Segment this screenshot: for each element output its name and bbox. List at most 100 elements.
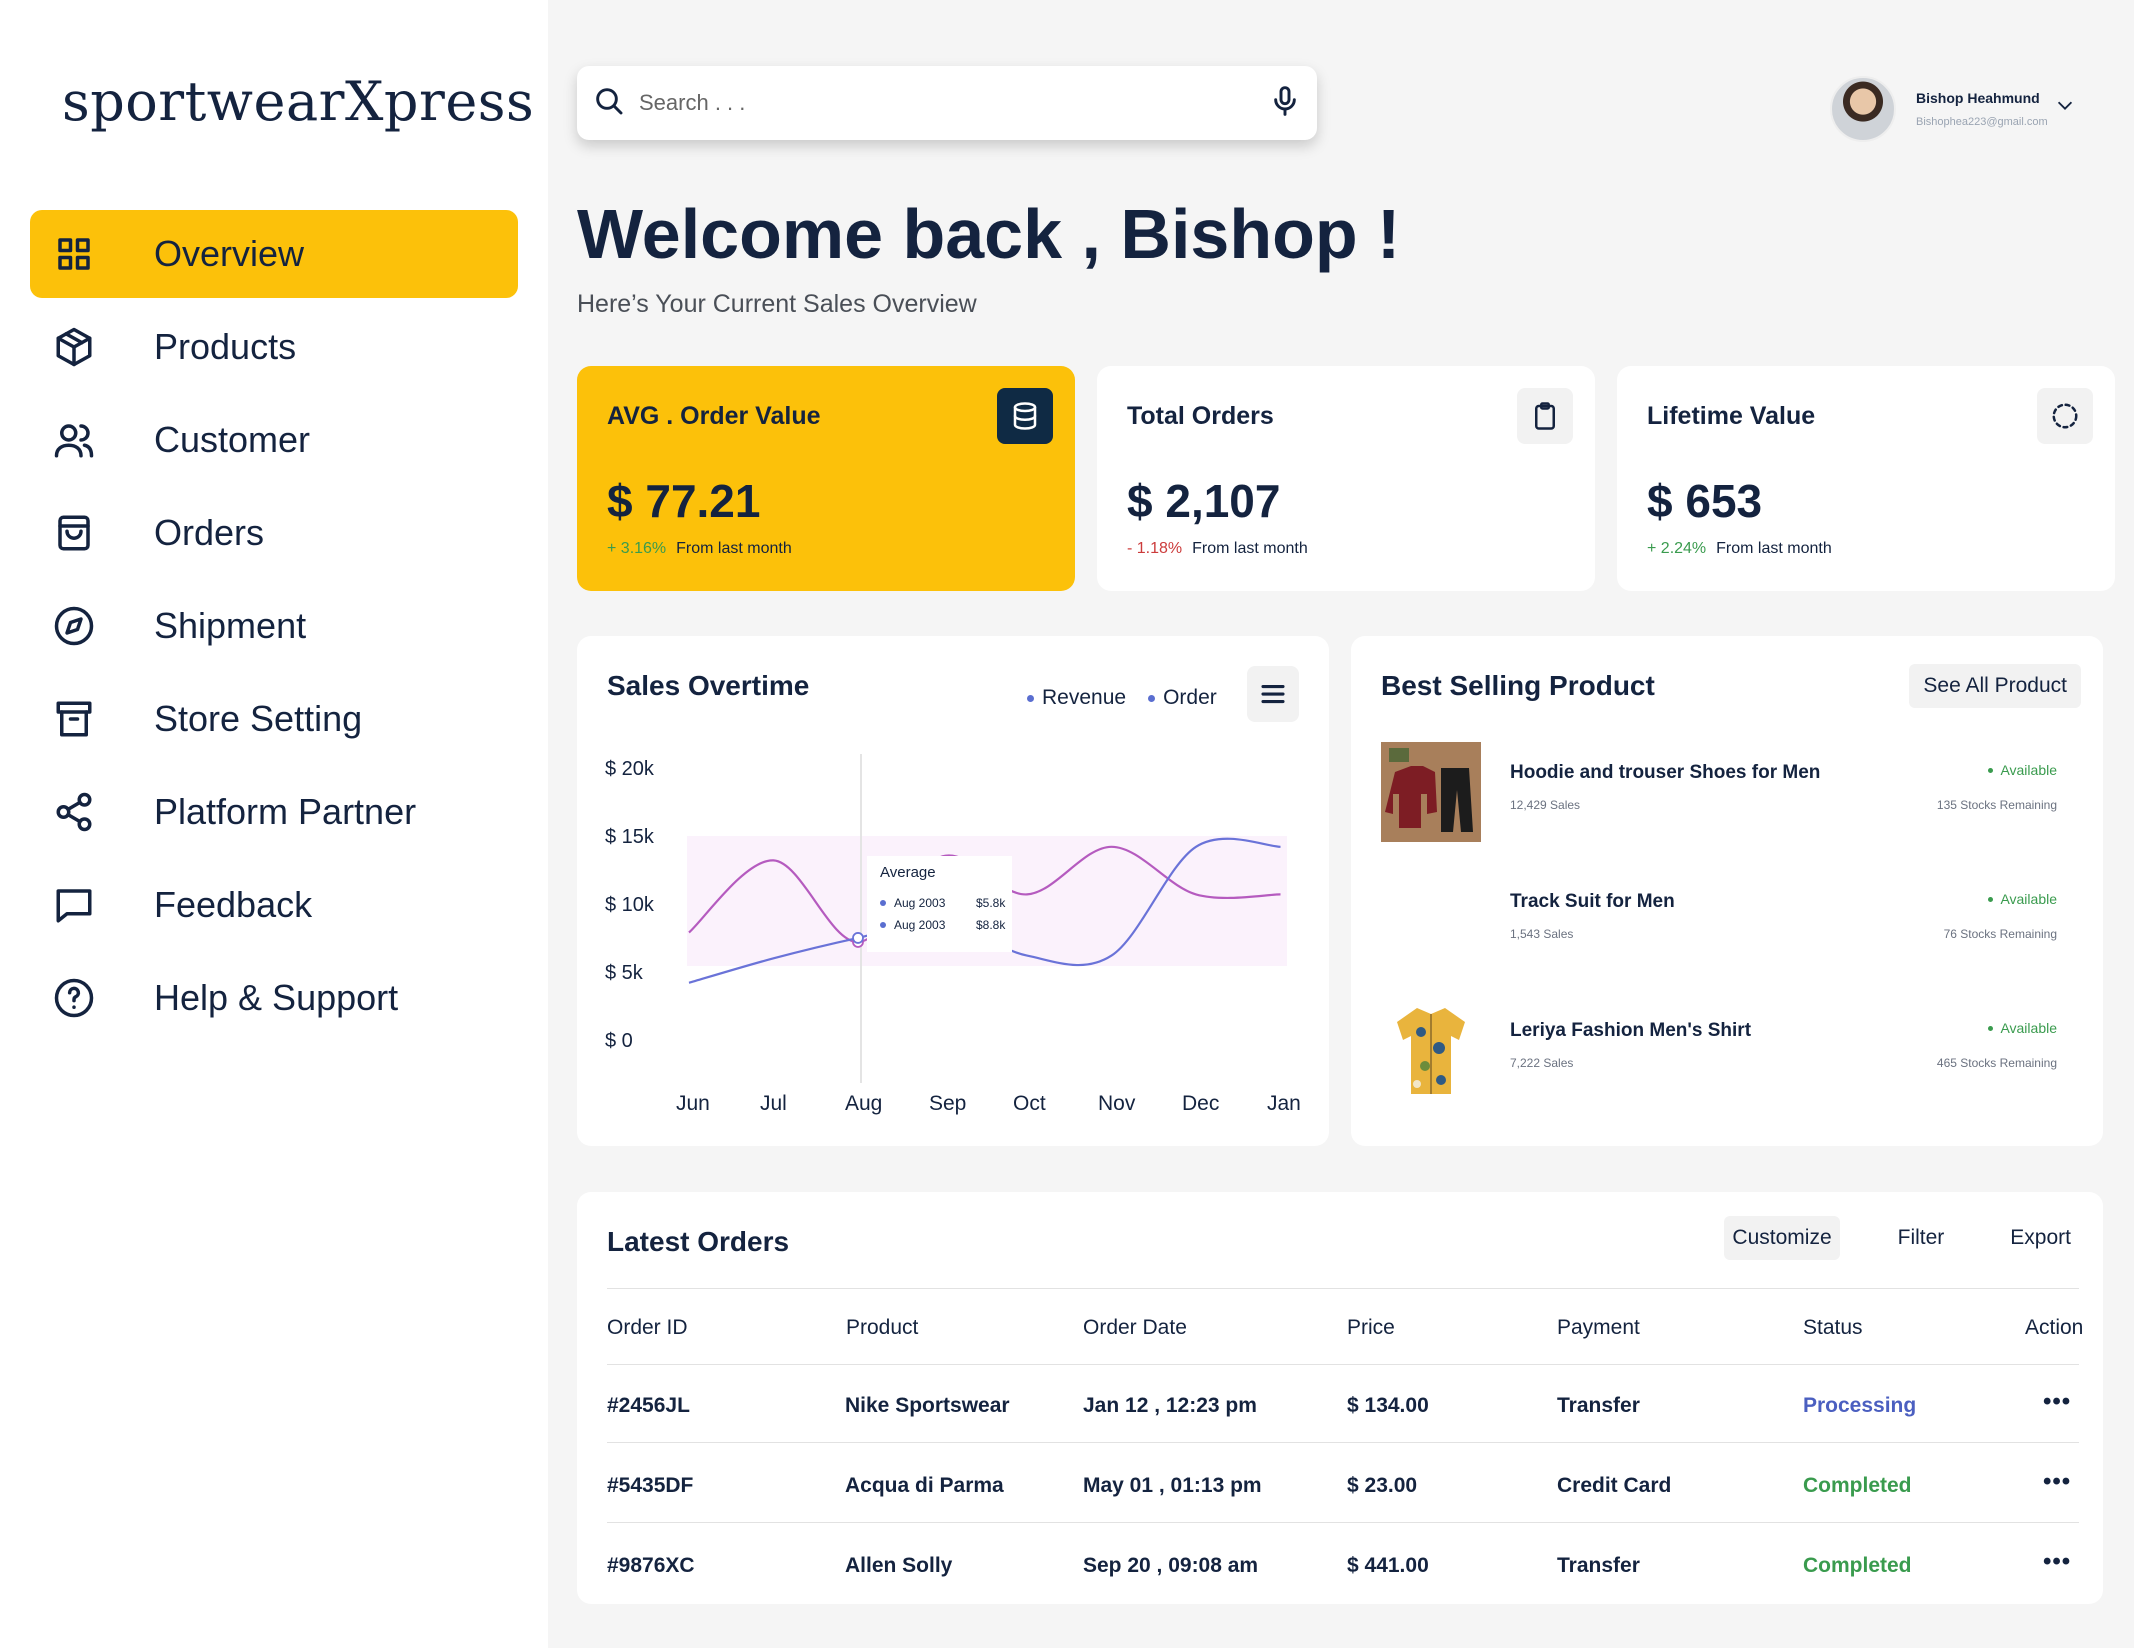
sidebar-item-label: Platform Partner (154, 791, 417, 832)
tooltip-row: Aug 2003 $8.8k (880, 918, 1005, 932)
more-options-icon[interactable]: ••• (2043, 1548, 2071, 1576)
x-tick-label: Jan (1267, 1092, 1301, 1115)
column-header-payment: Payment (1557, 1316, 1640, 1339)
product-item[interactable]: Hoodie and trouser Shoes for Men 12,429 … (1381, 742, 2081, 842)
avatar[interactable] (1830, 76, 1896, 142)
more-options-icon[interactable]: ••• (2043, 1388, 2071, 1416)
order-date: Jan 12 , 12:23 pm (1083, 1394, 1257, 1417)
status-dot (1988, 767, 1994, 773)
stat-title: Total Orders (1127, 402, 1274, 430)
page-subtitle: Here’s Your Current Sales Overview (577, 290, 977, 318)
bag-icon (52, 511, 96, 555)
sidebar-item-store-setting[interactable]: Store Setting (30, 675, 518, 763)
tooltip-title: Average (880, 864, 936, 881)
product-item[interactable]: Track Suit for Men 1,543 Sales Available… (1381, 871, 2081, 971)
order-product: Acqua di Parma (845, 1474, 1004, 1497)
order-price: $ 441.00 (1347, 1554, 1429, 1577)
chart-tooltip: Average Aug 2003 $5.8k Aug 2003 $8.8k (872, 864, 1012, 954)
x-tick-label: Oct (1013, 1092, 1046, 1115)
product-sales: 7,222 Sales (1510, 1056, 1574, 1070)
stat-card-avg-order-value[interactable]: AVG . Order Value $ 77.21 + 3.16% From la… (577, 366, 1075, 591)
sidebar-item-label: Overview (154, 233, 305, 274)
stat-value: $ 2,107 (1127, 475, 1281, 527)
tooltip-dot (880, 922, 886, 928)
see-all-products-button[interactable]: See All Product (1909, 664, 2081, 708)
chevron-down-icon[interactable] (2054, 94, 2076, 121)
message-icon (52, 883, 96, 927)
compass-icon (52, 604, 96, 648)
user-name: Bishop Heahmund (1916, 90, 2040, 106)
x-tick-label: Jul (760, 1092, 787, 1115)
user-email: Bishophea223@gmail.com (1916, 116, 2048, 128)
latest-orders-panel: Latest Orders Customize Filter Export Or… (577, 1192, 2103, 1604)
stat-card-total-orders[interactable]: Total Orders $ 2,107 - 1.18% From last mo… (1097, 366, 1595, 591)
filter-button[interactable]: Filter (1890, 1216, 1953, 1260)
stat-change-pct: + 2.24% (1647, 540, 1707, 557)
product-thumbnail (1381, 1000, 1481, 1100)
availability-badge: Available (1988, 1020, 2057, 1036)
share-icon (52, 790, 96, 834)
stat-value: $ 653 (1647, 475, 1763, 527)
order-price: $ 134.00 (1347, 1394, 1429, 1417)
order-payment: Transfer (1557, 1554, 1640, 1577)
status-dot (1988, 896, 1994, 902)
search-input[interactable] (639, 90, 1269, 116)
divider (607, 1364, 2079, 1365)
data-point-order[interactable] (852, 932, 864, 944)
page-title: Welcome back , Bishop ! (577, 194, 1400, 274)
order-date: May 01 , 01:13 pm (1083, 1474, 1262, 1497)
sidebar-item-feedback[interactable]: Feedback (30, 861, 518, 949)
more-options-icon[interactable]: ••• (2043, 1468, 2071, 1496)
x-tick-label: Jun (676, 1092, 710, 1115)
sidebar-item-label: Products (154, 326, 297, 367)
brand-logo[interactable]: sportwearXpress (62, 70, 534, 133)
stat-change: + 3.16% From last month (607, 540, 792, 558)
order-date: Sep 20 , 09:08 am (1083, 1554, 1259, 1577)
sidebar-item-orders[interactable]: Orders (30, 489, 518, 577)
x-tick-label: Sep (929, 1092, 967, 1115)
shirt-image (1397, 1008, 1465, 1094)
column-header-order-date: Order Date (1083, 1316, 1187, 1339)
stat-card-lifetime-value[interactable]: Lifetime Value $ 653 + 2.24% From last mo… (1617, 366, 2115, 591)
sidebar-item-label: Orders (154, 512, 265, 553)
clipboard-icon (1517, 388, 1573, 444)
database-icon (997, 388, 1053, 444)
sidebar-item-shipment[interactable]: Shipment (30, 582, 518, 670)
users-icon (52, 418, 96, 462)
latest-orders-actions: Customize Filter Export (1724, 1216, 2079, 1260)
sidebar-item-platform-partner[interactable]: Platform Partner (30, 768, 518, 856)
customize-button[interactable]: Customize (1724, 1216, 1840, 1260)
stat-change-pct: + 3.16% (607, 540, 667, 557)
sidebar-item-customer[interactable]: Customer (30, 396, 518, 484)
stat-change-from: From last month (1192, 540, 1308, 557)
stock-remaining: 465 Stocks Remaining (1936, 1056, 2057, 1070)
sidebar-item-overview[interactable]: Overview (30, 210, 518, 298)
best-selling-panel: Best Selling Product See All Product Hoo… (1351, 636, 2103, 1146)
stock-remaining: 76 Stocks Remaining (1943, 927, 2057, 941)
search-icon[interactable] (593, 85, 625, 122)
order-product: Nike Sportswear (845, 1394, 1010, 1417)
help-icon (52, 976, 96, 1020)
order-id: #9876XC (607, 1554, 695, 1577)
status-badge: Completed (1803, 1554, 1912, 1577)
best-selling-title: Best Selling Product (1381, 670, 1655, 701)
table-row[interactable]: #2456JL Nike Sportswear Jan 12 , 12:23 p… (577, 1368, 2097, 1448)
column-header-action: Action (2025, 1316, 2084, 1339)
grid-icon (52, 232, 96, 276)
microphone-icon[interactable] (1269, 85, 1301, 122)
sidebar-item-products[interactable]: Products (30, 303, 518, 391)
sales-overtime-panel: Sales Overtime Revenue Order $ 20k $ 15k… (577, 636, 1329, 1146)
tooltip-row: Aug 2003 $5.8k (880, 896, 1005, 910)
table-row[interactable]: #9876XC Allen Solly Sep 20 , 09:08 am $ … (577, 1528, 2097, 1608)
tooltip-label: Aug 2003 (894, 918, 946, 932)
stat-value: $ 77.21 (607, 475, 761, 527)
product-thumbnail (1381, 871, 1481, 971)
product-item[interactable]: Leriya Fashion Men's Shirt 7,222 Sales A… (1381, 1000, 2081, 1100)
order-id: #2456JL (607, 1394, 690, 1417)
sidebar-item-help-support[interactable]: Help & Support (30, 954, 518, 1042)
status-dot (1988, 1025, 1994, 1031)
export-button[interactable]: Export (2002, 1216, 2079, 1260)
user-menu[interactable]: Bishop Heahmund Bishophea223@gmail.com (1830, 72, 2080, 146)
tooltip-label: Aug 2003 (894, 896, 946, 910)
table-row[interactable]: #5435DF Acqua di Parma May 01 , 01:13 pm… (577, 1448, 2097, 1528)
